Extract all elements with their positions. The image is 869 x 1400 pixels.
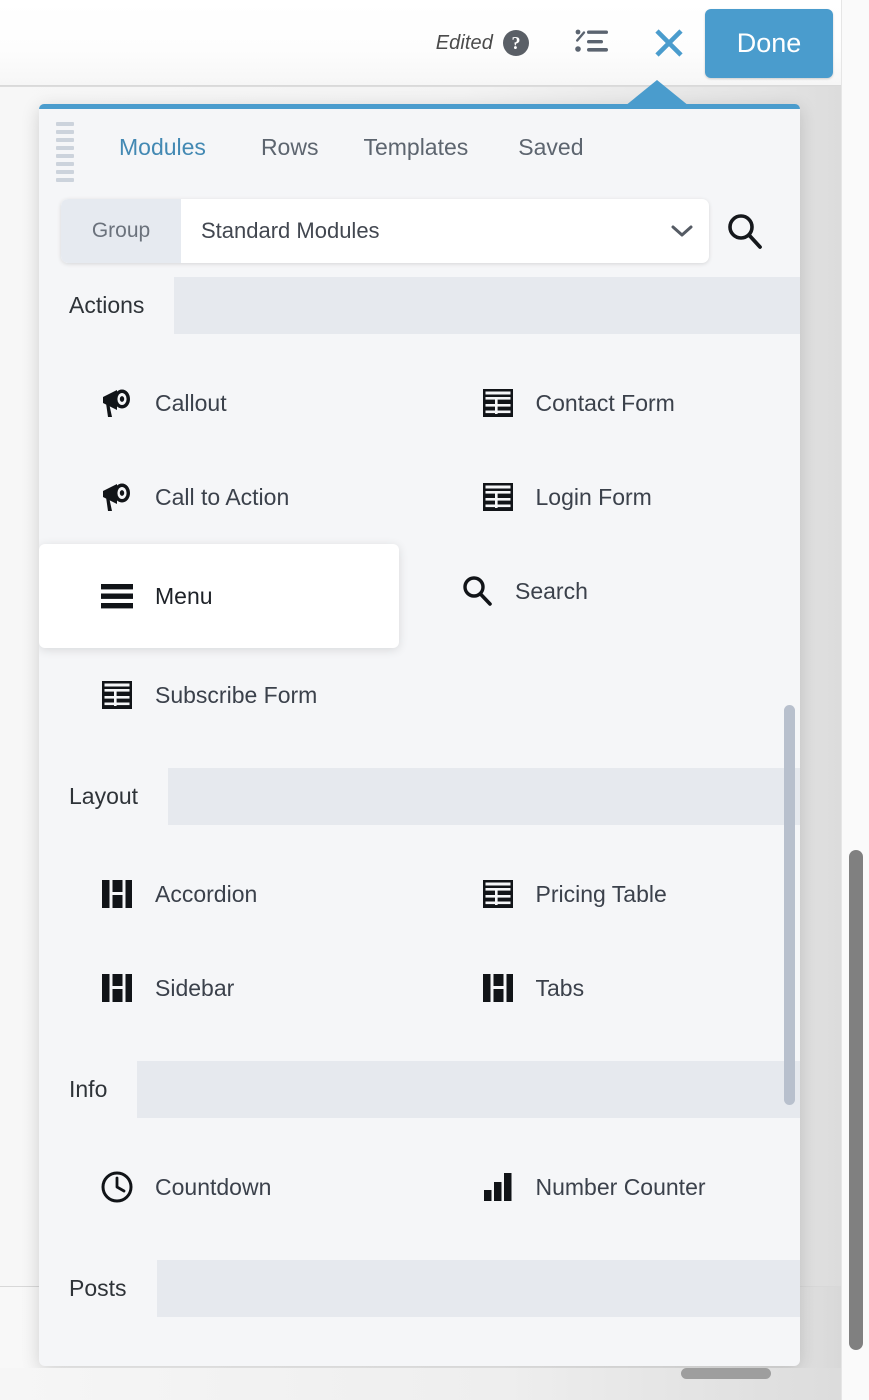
module-item-label: Countdown [155, 1173, 272, 1200]
module-item[interactable]: Contact Form [420, 356, 801, 450]
section-body: Accordion Pricing Table Sidebar Tabs [39, 825, 800, 1061]
tab-rows[interactable]: Rows [261, 128, 319, 167]
panel-vertical-scrollbar[interactable] [784, 705, 795, 1105]
module-item-label: Tabs [535, 974, 585, 1001]
browser-vertical-scrollbar[interactable] [849, 850, 863, 1350]
done-button[interactable]: Done [705, 8, 833, 78]
module-item-label: Pricing Table [535, 880, 667, 907]
module-item[interactable]: Countdown [39, 1140, 420, 1234]
form-table-icon [480, 879, 516, 909]
panel-filter-row: Group Standard Modules [39, 185, 800, 277]
tab-modules[interactable]: Modules [119, 128, 206, 167]
megaphone-icon [99, 480, 135, 514]
columns-layout-icon [99, 879, 135, 909]
outline-list-icon[interactable] [569, 23, 615, 63]
columns-layout-icon [480, 973, 516, 1003]
tab-templates[interactable]: Templates [363, 128, 468, 167]
module-item[interactable]: Number Counter [420, 1140, 801, 1234]
section-body: Callout Contact Form Call to Action Logi… [39, 334, 800, 768]
module-item-label: Login Form [535, 483, 652, 510]
module-item[interactable]: Accordion [39, 847, 420, 941]
search-icon[interactable] [713, 199, 775, 263]
module-item[interactable]: Pricing Table [420, 847, 801, 941]
group-select[interactable]: Group Standard Modules [61, 199, 709, 263]
section-header[interactable]: Layout [39, 768, 800, 825]
module-item-label: Call to Action [155, 483, 290, 510]
section-title: Layout [39, 768, 169, 825]
section-title: Info [39, 1061, 138, 1118]
section-title: Posts [39, 1260, 157, 1317]
chevron-down-icon[interactable] [655, 199, 709, 263]
module-item-label: Contact Form [535, 389, 675, 416]
module-item-label: Callout [155, 389, 227, 416]
section-header[interactable]: Actions [39, 277, 800, 334]
toolbar-right-group: Edited ? Done [436, 0, 833, 86]
module-item[interactable]: Tabs [420, 941, 801, 1035]
group-selected-value[interactable]: Standard Modules [181, 218, 655, 244]
columns-layout-icon [99, 973, 135, 1003]
module-item[interactable]: Callout [39, 356, 420, 450]
module-item[interactable]: Menu [39, 544, 399, 648]
module-item-label: Sidebar [155, 974, 235, 1001]
module-item[interactable]: Search [399, 544, 780, 638]
module-item[interactable]: Sidebar [39, 941, 420, 1035]
close-x-icon[interactable] [645, 19, 693, 67]
megaphone-icon [99, 386, 135, 420]
tab-saved[interactable]: Saved [518, 128, 583, 167]
hamburger-menu-icon [99, 582, 135, 610]
section-header[interactable]: Info [39, 1061, 800, 1118]
section-header[interactable]: Posts [39, 1260, 800, 1317]
form-table-icon [480, 388, 516, 418]
module-item-label: Number Counter [535, 1173, 706, 1200]
section-body: Countdown Number Counter [39, 1118, 800, 1260]
form-table-icon [99, 680, 135, 710]
group-label[interactable]: Group [61, 199, 181, 263]
module-item-label: Accordion [155, 880, 258, 907]
browser-horizontal-scrollbar[interactable] [681, 1368, 771, 1379]
module-item[interactable]: Call to Action [39, 450, 420, 544]
bar-chart-icon [480, 1172, 516, 1202]
edited-status-label: Edited [435, 31, 493, 54]
panel-pointer-triangle [625, 80, 689, 106]
screen-root: Edited ? Done Modules Rows Templates Sav… [0, 0, 869, 1400]
module-item-label: Menu [155, 582, 213, 609]
section-title: Actions [39, 277, 175, 334]
modules-panel: Modules Rows Templates Saved Group Stand… [39, 104, 800, 1366]
module-list-scroll-area[interactable]: Actions Callout Contact Form Call to Act… [39, 277, 800, 1366]
module-item-label: Subscribe Form [155, 681, 318, 708]
panel-tabs: Modules Rows Templates Saved [39, 109, 800, 185]
search-icon [459, 574, 495, 608]
browser-vertical-scroll-track [841, 0, 869, 1400]
clock-icon [99, 1170, 135, 1204]
module-item-label: Search [515, 577, 588, 604]
question-circle-icon[interactable]: ? [503, 30, 529, 56]
module-item[interactable]: Subscribe Form [39, 648, 420, 742]
module-item[interactable]: Login Form [420, 450, 801, 544]
builder-toolbar: Edited ? Done [0, 0, 841, 86]
form-table-icon [480, 482, 516, 512]
